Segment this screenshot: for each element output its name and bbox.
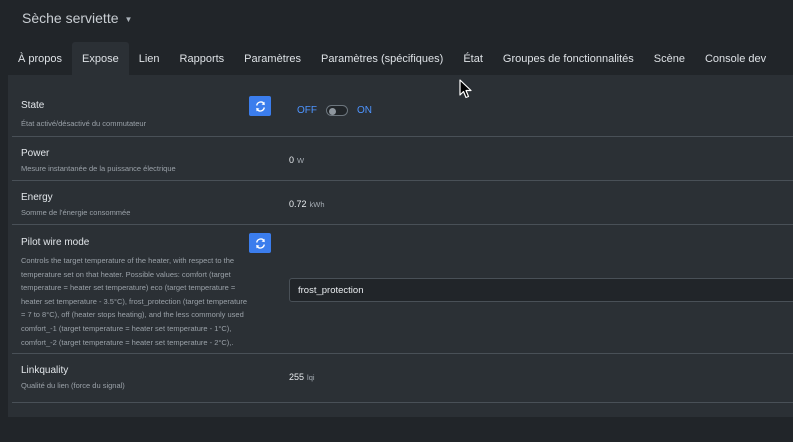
pilot-wire-mode-select[interactable]: frost_protection: [289, 278, 793, 302]
device-title: Sèche serviette: [22, 10, 119, 26]
expose-row-power: Power Mesure instantanée de la puissance…: [12, 137, 793, 181]
linkquality-description: Qualité du lien (force du signal): [21, 381, 125, 390]
tab-feature-groups[interactable]: Groupes de fonctionnalités: [493, 42, 644, 75]
energy-unit: kWh: [309, 200, 325, 209]
switch-knob: [329, 107, 336, 115]
linkquality-unit: lqi: [307, 373, 315, 382]
state-toggle-group: OFF ON: [297, 105, 372, 116]
expose-row-energy: Energy Somme de l'énergie consommée 0.72…: [12, 181, 793, 225]
power-unit: W: [297, 156, 305, 165]
tab-bar: À propos Expose Lien Rapports Paramètres…: [8, 42, 776, 75]
state-off-label[interactable]: OFF: [297, 105, 317, 116]
energy-description: Somme de l'énergie consommée: [21, 208, 131, 217]
power-value: 0 W: [289, 155, 304, 165]
pilot-wire-description-line: = 7 to 8°C), off (heater stops heating),…: [21, 310, 244, 320]
tab-settings[interactable]: Paramètres: [234, 42, 311, 75]
state-switch[interactable]: [326, 105, 348, 116]
expose-row-linkquality: Linkquality Qualité du lien (force du si…: [12, 354, 793, 400]
state-name: State: [21, 100, 45, 111]
pilot-wire-description-line: Controls the target temperature of the h…: [21, 256, 235, 265]
linkquality-number: 255: [289, 372, 305, 382]
linkquality-name: Linkquality: [21, 365, 69, 376]
device-title-dropdown[interactable]: Sèche serviette ▼: [22, 10, 132, 26]
expose-panel: State État activé/désactivé du commutate…: [8, 75, 793, 417]
title-bar: Sèche serviette ▼: [0, 0, 793, 40]
refresh-icon: [255, 237, 265, 249]
pilot-wire-description-line: temperature = heater set temperature) ec…: [21, 283, 236, 293]
power-description: Mesure instantanée de la puissance élect…: [21, 164, 176, 173]
energy-name: Energy: [21, 192, 53, 203]
pilot-wire-refresh-button[interactable]: [249, 233, 271, 253]
tab-scene[interactable]: Scène: [644, 42, 695, 75]
power-number: 0: [289, 155, 295, 165]
tab-dev-console[interactable]: Console dev: [695, 42, 776, 75]
power-name: Power: [21, 148, 50, 159]
refresh-icon: [255, 100, 265, 112]
pilot-wire-description-line: temperature set on that heater. Possible…: [21, 269, 231, 279]
expose-row-state: State État activé/désactivé du commutate…: [12, 75, 793, 137]
tab-expose[interactable]: Expose: [72, 42, 129, 75]
pilot-wire-description-line: comfort_-2 (target temperature = heater …: [21, 337, 234, 347]
pilot-wire-description-line: heater set temperature - 3.5°C), frost_p…: [21, 296, 248, 306]
pilot-wire-description-line: comfort_-1 (target temperature = heater …: [21, 323, 232, 333]
tab-about[interactable]: À propos: [8, 42, 72, 75]
expose-row-pilot-wire-mode: Pilot wire mode Controls the target temp…: [12, 225, 793, 354]
energy-number: 0.72: [289, 199, 307, 209]
energy-value: 0.72 kWh: [289, 199, 325, 209]
panel-bottom-divider: [12, 402, 793, 403]
mouse-cursor-icon: [459, 79, 472, 99]
tab-reporting[interactable]: Rapports: [170, 42, 235, 75]
tab-bind[interactable]: Lien: [129, 42, 170, 75]
linkquality-value: 255 lqi: [289, 372, 315, 382]
state-on-label[interactable]: ON: [357, 105, 372, 116]
pilot-wire-description: Controls the target temperature of the h…: [21, 254, 247, 349]
tab-settings-specific[interactable]: Paramètres (spécifiques): [311, 42, 453, 75]
state-refresh-button[interactable]: [249, 96, 271, 116]
pilot-wire-name: Pilot wire mode: [21, 237, 90, 248]
chevron-down-icon: ▼: [124, 14, 133, 24]
state-description: État activé/désactivé du commutateur: [21, 119, 147, 128]
tab-state[interactable]: État: [453, 42, 493, 75]
